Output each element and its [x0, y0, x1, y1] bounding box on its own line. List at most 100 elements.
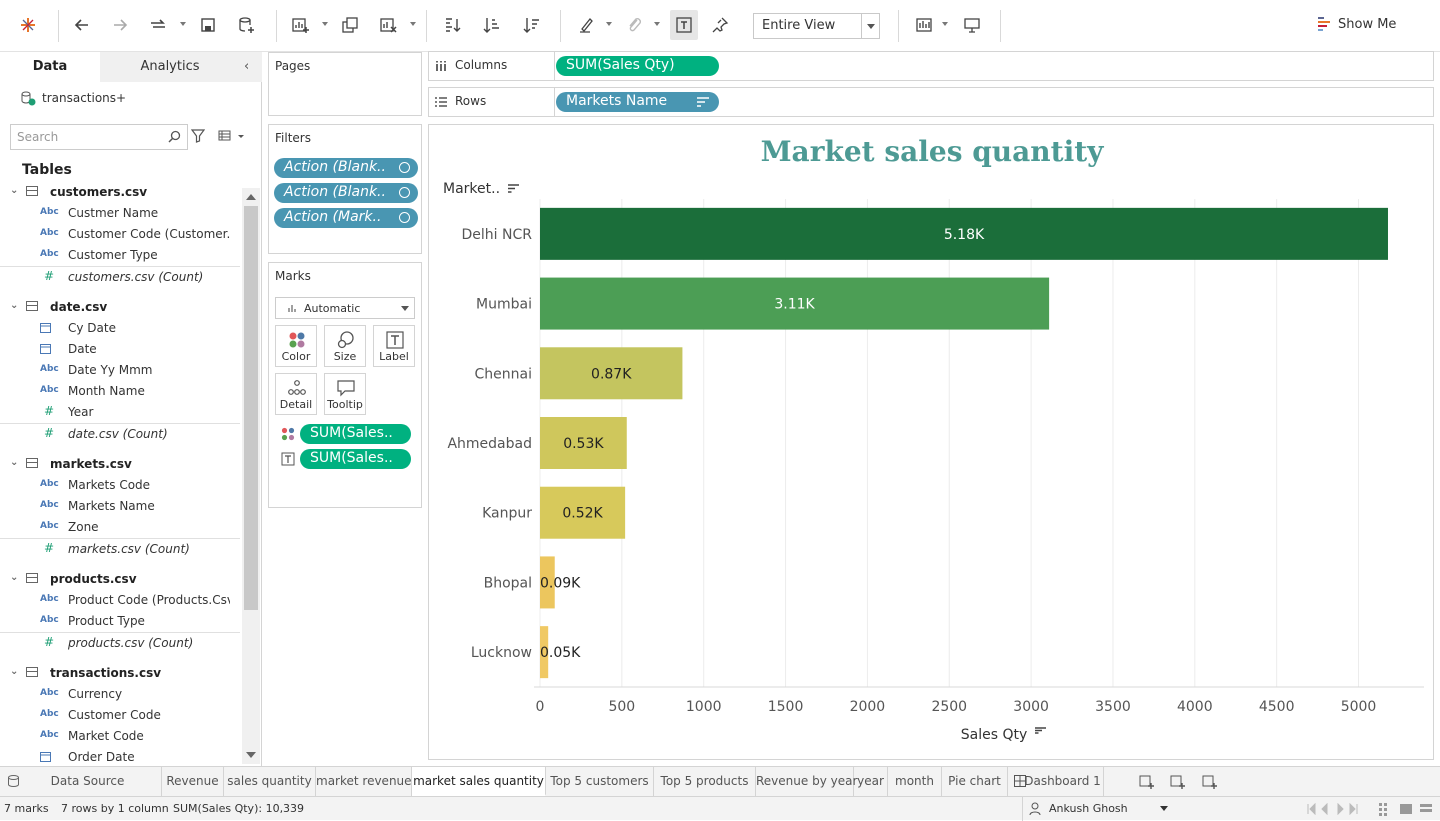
collapse-pane-icon[interactable]: ‹: [244, 59, 249, 74]
sheet-tab[interactable]: Pie chart: [942, 767, 1008, 796]
columns-shelf[interactable]: Columns SUM(Sales Qty): [428, 51, 1434, 81]
field-item[interactable]: Abc Product Type: [0, 611, 240, 632]
table-date-csv[interactable]: ⌄ date.csv: [0, 297, 240, 318]
field-item[interactable]: Abc Markets Code: [0, 475, 240, 496]
field-item[interactable]: Cy Date: [0, 318, 240, 339]
new-story-icon[interactable]: [1202, 774, 1218, 790]
new-worksheet-icon[interactable]: [286, 10, 314, 40]
field-item[interactable]: Abc Month Name: [0, 381, 240, 402]
swap-rows-columns-icon[interactable]: [438, 10, 466, 40]
redo-icon[interactable]: [106, 10, 134, 40]
view-options-icon[interactable]: [218, 129, 246, 143]
user-menu[interactable]: Ankush Ghosh: [1022, 797, 1174, 821]
field-item[interactable]: Abc Date Yy Mmm: [0, 360, 240, 381]
mark-type-dropdown[interactable]: Automatic: [275, 297, 415, 319]
filters-card[interactable]: Filters Action (Blank.. Action (Blank.. …: [268, 124, 422, 254]
new-worksheet-icon[interactable]: [1139, 774, 1155, 790]
size-button[interactable]: Size: [324, 325, 366, 367]
scroll-thumb[interactable]: [244, 206, 258, 610]
show-cards-icon[interactable]: [910, 10, 938, 40]
chevron-down-icon[interactable]: ⌄: [10, 666, 18, 677]
sheet-tab[interactable]: market sales quantity: [412, 767, 546, 796]
columns-pill[interactable]: SUM(Sales Qty): [556, 56, 719, 76]
group-members-icon[interactable]: [620, 10, 648, 40]
highlight-icon[interactable]: [572, 10, 600, 40]
table-customers-csv[interactable]: ⌄ customers.csv: [0, 182, 240, 203]
field-item[interactable]: # date.csv (Count): [0, 423, 240, 444]
sheet-navigation-icon[interactable]: [1306, 803, 1366, 815]
show-mark-labels-icon[interactable]: [670, 10, 698, 40]
field-item[interactable]: Abc Customer Code (Customer...: [0, 224, 240, 245]
rows-pill[interactable]: Markets Name: [556, 92, 719, 112]
table-products-csv[interactable]: ⌄ products.csv: [0, 569, 240, 590]
sheet-tab[interactable]: Revenue by year: [756, 767, 857, 796]
field-item[interactable]: Abc Markets Name: [0, 496, 240, 517]
field-item[interactable]: # customers.csv (Count): [0, 266, 240, 287]
field-item[interactable]: Abc Customer Code: [0, 705, 240, 726]
sheet-tab[interactable]: market revenue: [316, 767, 412, 796]
clear-sheet-icon[interactable]: [374, 10, 402, 40]
new-dashboard-icon[interactable]: [1170, 774, 1186, 790]
marks-color-pill[interactable]: SUM(Sales..: [300, 424, 411, 444]
tooltip-button[interactable]: Tooltip: [324, 373, 366, 415]
sheet-tab[interactable]: Top 5 customers: [546, 767, 654, 796]
sheet-tab[interactable]: Revenue: [162, 767, 224, 796]
field-list-scrollbar[interactable]: [242, 188, 260, 764]
chevron-down-icon[interactable]: ⌄: [10, 185, 18, 196]
sheet-tab[interactable]: sales quantity: [224, 767, 316, 796]
sort-ascending-icon[interactable]: [478, 10, 506, 40]
field-item[interactable]: # products.csv (Count): [0, 632, 240, 653]
detail-button[interactable]: Detail: [275, 373, 317, 415]
table-transactions-csv[interactable]: ⌄ transactions.csv: [0, 663, 240, 684]
field-item[interactable]: Order Date: [0, 747, 240, 764]
undo-icon[interactable]: [68, 10, 96, 40]
save-icon[interactable]: [194, 10, 222, 40]
show-me-button[interactable]: Show Me: [1318, 16, 1396, 32]
field-item[interactable]: # markets.csv (Count): [0, 538, 240, 559]
label-button[interactable]: Label: [373, 325, 415, 367]
duplicate-sheet-icon[interactable]: [336, 10, 364, 40]
datasource-icon: [21, 91, 36, 106]
field-item[interactable]: Date: [0, 339, 240, 360]
chevron-down-icon[interactable]: ⌄: [10, 572, 18, 583]
replay-icon[interactable]: [144, 10, 172, 40]
filter-pill[interactable]: Action (Blank..: [274, 158, 418, 178]
scroll-down-icon[interactable]: [246, 752, 256, 758]
view-toggle-icons[interactable]: [1378, 802, 1438, 816]
sort-descending-icon[interactable]: [518, 10, 546, 40]
sort-icon[interactable]: [1035, 727, 1046, 734]
field-item[interactable]: Abc Market Code: [0, 726, 240, 747]
sheet-tab[interactable]: year: [854, 767, 888, 796]
sheet-tab[interactable]: month: [888, 767, 942, 796]
chevron-down-icon[interactable]: ⌄: [10, 300, 18, 311]
tableau-logo-icon[interactable]: [14, 10, 42, 40]
presentation-mode-icon[interactable]: [958, 10, 986, 40]
tab-data[interactable]: Data: [0, 52, 100, 82]
pin-axes-icon[interactable]: [706, 10, 734, 40]
field-item[interactable]: Abc Zone: [0, 517, 240, 538]
marks-label-pill[interactable]: SUM(Sales..: [300, 449, 411, 469]
filter-pill[interactable]: Action (Mark..: [274, 208, 418, 228]
chevron-down-icon[interactable]: ⌄: [10, 457, 18, 468]
label-label: Label: [379, 350, 409, 363]
sheet-tab[interactable]: Data Source: [0, 767, 162, 796]
sheet-tab[interactable]: Top 5 products: [654, 767, 756, 796]
filter-pill[interactable]: Action (Blank..: [274, 183, 418, 203]
sheet-tab[interactable]: Dashboard 1: [1008, 767, 1104, 796]
color-button[interactable]: Color: [275, 325, 317, 367]
field-item[interactable]: Abc Custmer Name: [0, 203, 240, 224]
table-markets-csv[interactable]: ⌄ markets.csv: [0, 454, 240, 475]
pages-card[interactable]: Pages: [268, 52, 422, 116]
search-input[interactable]: Search: [10, 124, 188, 150]
tab-analytics[interactable]: Analytics: [100, 52, 240, 82]
field-item[interactable]: Abc Product Code (Products.Csv): [0, 590, 240, 611]
scroll-up-icon[interactable]: [246, 194, 256, 200]
filter-icon[interactable]: [191, 129, 205, 143]
field-item[interactable]: Abc Customer Type: [0, 245, 240, 266]
new-datasource-icon[interactable]: [232, 10, 260, 40]
rows-shelf[interactable]: Rows Markets Name: [428, 87, 1434, 117]
field-item[interactable]: # Year: [0, 402, 240, 423]
fit-dropdown[interactable]: Entire View: [753, 13, 880, 39]
field-item[interactable]: Abc Currency: [0, 684, 240, 705]
datasource-item[interactable]: transactions+: [20, 90, 126, 106]
